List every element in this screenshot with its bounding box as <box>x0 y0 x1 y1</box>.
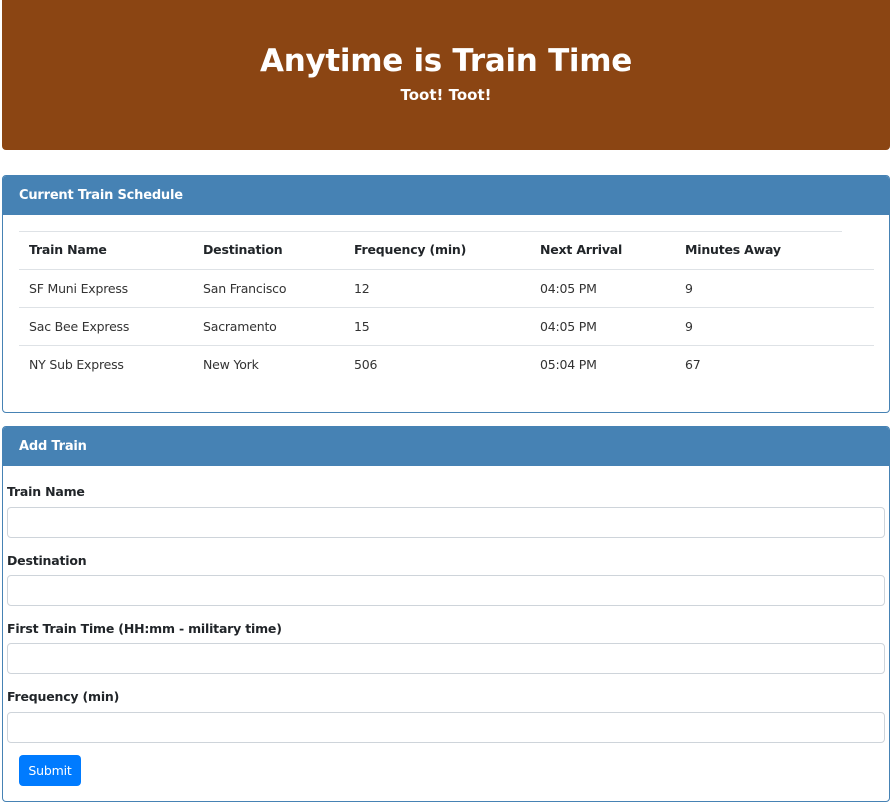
schedule-table-wrapper: Train Name Destination Frequency (min) N… <box>19 231 874 383</box>
schedule-card-header: Current Train Schedule <box>3 176 889 215</box>
train-name-input[interactable] <box>7 507 885 538</box>
column-header-frequency: Frequency (min) <box>354 242 467 258</box>
add-train-card-header: Add Train <box>3 427 889 466</box>
column-header-train-name: Train Name <box>29 242 107 258</box>
first-train-time-input[interactable] <box>7 643 885 674</box>
cell-frequency: 15 <box>344 306 530 345</box>
frequency-input[interactable] <box>7 712 885 743</box>
page-title: Anytime is Train Time <box>260 43 632 79</box>
table-header-row: Train Name Destination Frequency (min) N… <box>19 231 874 269</box>
cell-train-name: NY Sub Express <box>19 344 193 383</box>
cell-frequency: 506 <box>344 344 530 383</box>
cell-next-arrival: 05:04 PM <box>530 344 675 383</box>
destination-label: Destination <box>7 553 87 568</box>
schedule-table: Train Name Destination Frequency (min) N… <box>19 231 874 383</box>
column-header-next-arrival: Next Arrival <box>540 242 623 258</box>
cell-frequency: 12 <box>344 268 530 307</box>
cell-destination: San Francisco <box>193 268 344 307</box>
page-subtitle: Toot! Toot! <box>400 86 492 104</box>
cell-minutes-away: 67 <box>675 344 874 383</box>
table-row: SF Muni Express San Francisco 12 04:05 P… <box>19 268 874 307</box>
destination-input[interactable] <box>7 575 885 606</box>
column-header-minutes-away: Minutes Away <box>685 242 781 258</box>
cell-train-name: Sac Bee Express <box>19 306 193 345</box>
jumbotron-header: Anytime is Train Time Toot! Toot! <box>2 0 890 150</box>
schedule-card: Current Train Schedule Train Name Destin… <box>2 175 890 413</box>
submit-button[interactable]: Submit <box>19 755 81 786</box>
frequency-label: Frequency (min) <box>7 689 120 704</box>
cell-next-arrival: 04:05 PM <box>530 306 675 345</box>
column-header-destination: Destination <box>203 242 283 258</box>
table-row: Sac Bee Express Sacramento 15 04:05 PM 9 <box>19 306 874 345</box>
cell-minutes-away: 9 <box>675 268 874 307</box>
table-row: NY Sub Express New York 506 05:04 PM 67 <box>19 344 874 383</box>
cell-train-name: SF Muni Express <box>19 268 193 307</box>
train-name-label: Train Name <box>7 484 85 499</box>
first-train-time-label: First Train Time (HH:mm - military time) <box>7 621 282 636</box>
add-train-card: Add Train Train Name Destination First T… <box>2 426 890 802</box>
cell-destination: Sacramento <box>193 306 344 345</box>
cell-destination: New York <box>193 344 344 383</box>
cell-next-arrival: 04:05 PM <box>530 268 675 307</box>
cell-minutes-away: 9 <box>675 306 874 345</box>
